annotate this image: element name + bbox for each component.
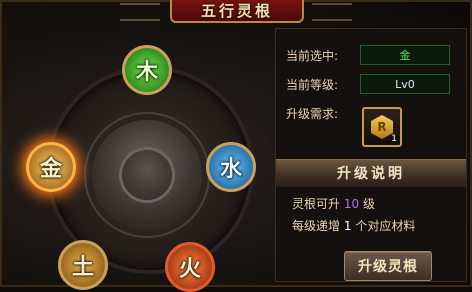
desc-2-suffix: 个对应材料 — [355, 219, 416, 233]
element-metal-label: 金 — [39, 156, 62, 182]
element-wood-label: 木 — [135, 59, 158, 85]
desc-1-prefix: 灵根可升 — [292, 197, 341, 211]
element-fire-button[interactable]: 火 — [165, 242, 215, 292]
title-ornament-left — [120, 3, 160, 21]
desc-line-1: 灵根可升 10 级 — [292, 195, 375, 212]
element-earth-label: 土 — [71, 254, 94, 280]
current-selected-value: 金 — [360, 45, 450, 65]
desc-1-number: 10 — [343, 197, 360, 211]
element-fire-label: 火 — [178, 256, 201, 282]
upgrade-root-button[interactable]: 升级灵根 — [344, 251, 432, 281]
window-frame: 五行灵根 木 水 金 土 火 当前选中: 金 当前等级: Lv0 升级需求: R — [0, 0, 472, 292]
upgrade-requirement-label: 升级需求: — [286, 107, 339, 121]
title-ornament-right — [312, 3, 352, 21]
element-metal-button[interactable]: 金 — [26, 142, 76, 192]
element-water-button[interactable]: 水 — [206, 142, 256, 192]
element-earth-button[interactable]: 土 — [58, 240, 108, 290]
rune-glyph: R — [377, 120, 387, 134]
desc-2-prefix: 每级递增 — [292, 219, 341, 233]
five-elements-wheel: 木 水 金 土 火 — [10, 20, 280, 292]
info-panel: 当前选中: 金 当前等级: Lv0 升级需求: R 1 升级说明 灵根可升 10… — [275, 28, 467, 282]
current-level-label: 当前等级: — [286, 78, 339, 92]
window-title: 五行灵根 — [200, 2, 273, 20]
current-level-value: Lv0 — [360, 74, 450, 94]
element-water-label: 水 — [219, 156, 242, 182]
rune-stone-icon: R — [371, 115, 393, 139]
element-wood-button[interactable]: 木 — [122, 45, 172, 95]
item-count: 1 — [391, 134, 397, 144]
upgrade-info-header: 升级说明 — [276, 159, 466, 187]
upgrade-info-title: 升级说明 — [337, 166, 405, 182]
current-selected-label: 当前选中: — [286, 49, 339, 63]
desc-line-2: 每级递增 1 个对应材料 — [292, 217, 415, 234]
desc-1-suffix: 级 — [362, 197, 375, 211]
required-material-slot[interactable]: R 1 — [362, 107, 402, 147]
wheel-core-emblem — [122, 150, 172, 200]
desc-2-number: 1 — [343, 219, 352, 233]
